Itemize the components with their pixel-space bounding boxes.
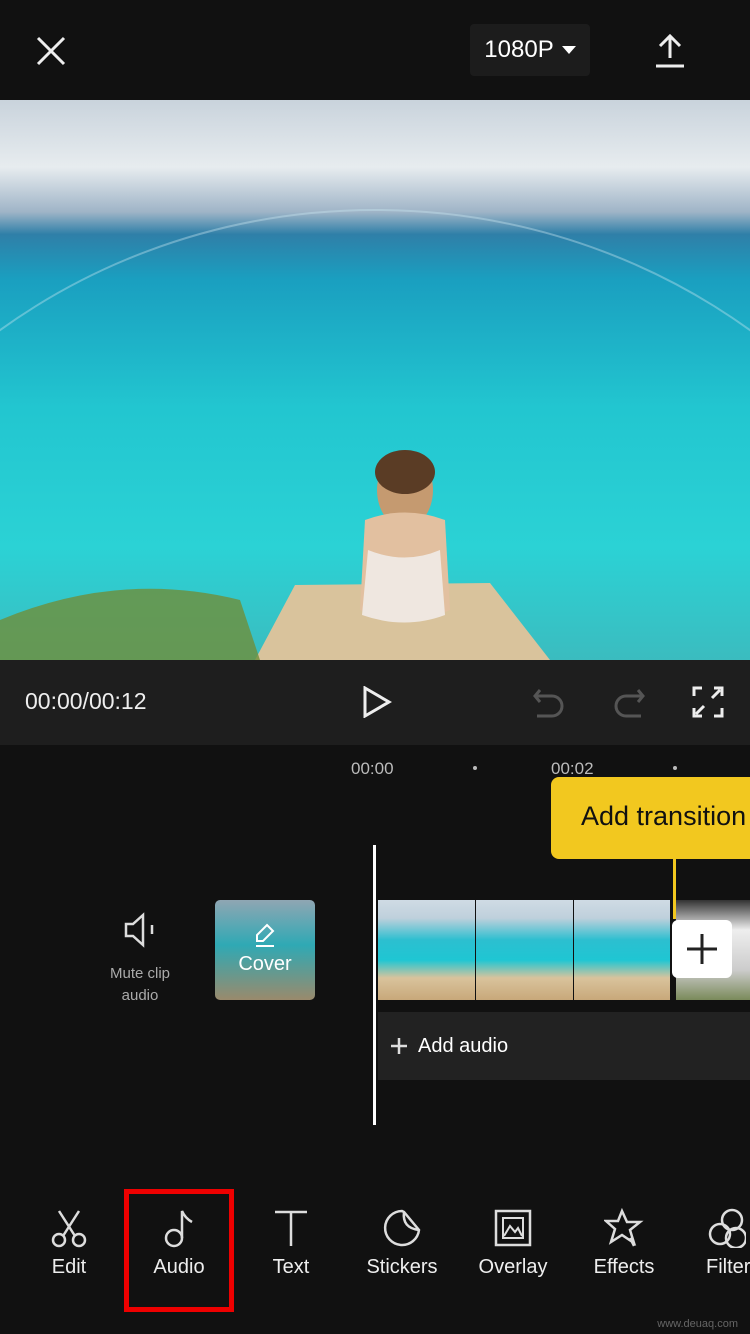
speaker-icon: [124, 912, 154, 948]
text-icon: [275, 1210, 307, 1246]
add-audio-button[interactable]: Add audio: [378, 1012, 750, 1080]
fullscreen-icon[interactable]: [692, 686, 724, 718]
playback-time: 00:00/00:12: [25, 688, 147, 714]
cover-button[interactable]: Cover: [215, 900, 315, 1000]
add-transition-tooltip[interactable]: Add transition: [551, 777, 750, 859]
ruler-label: 00:02: [551, 759, 594, 778]
tool-label: Text: [272, 1256, 310, 1278]
mute-label: audio: [121, 987, 159, 1004]
tool-overlay[interactable]: Overlay: [463, 1208, 563, 1279]
tool-text[interactable]: Text: [241, 1208, 341, 1279]
plus-icon: [391, 1038, 407, 1054]
tool-effects[interactable]: Effects: [574, 1208, 674, 1279]
add-audio-label: Add audio: [418, 1034, 509, 1057]
sticker-icon: [383, 1209, 421, 1247]
filter-icon: [708, 1208, 746, 1248]
close-icon[interactable]: [36, 36, 66, 66]
upload-icon[interactable]: [655, 32, 685, 68]
tool-label: Effects: [593, 1256, 655, 1278]
playhead[interactable]: [373, 845, 376, 1125]
ruler-tick: [673, 766, 677, 770]
video-frame: [0, 209, 750, 660]
video-clip-frame[interactable]: [476, 900, 573, 1000]
overlay-icon: [494, 1209, 532, 1247]
video-clip-frame[interactable]: [378, 900, 475, 1000]
ruler-tick: [473, 766, 477, 770]
mute-label: Mute clip: [109, 965, 171, 982]
ruler-label: 00:00: [351, 759, 394, 778]
tool-stickers[interactable]: Stickers: [352, 1208, 452, 1279]
cover-label: Cover: [238, 953, 292, 975]
video-preview[interactable]: [0, 100, 750, 660]
undo-icon[interactable]: [532, 686, 566, 718]
redo-icon[interactable]: [612, 686, 646, 718]
resolution-label: 1080P: [484, 36, 554, 63]
tool-label: Filters: [706, 1256, 750, 1278]
resolution-dropdown[interactable]: 1080P: [470, 24, 590, 76]
add-clip-button[interactable]: [672, 920, 732, 978]
caret-down-icon: [561, 46, 576, 54]
video-clip-frame[interactable]: [574, 900, 670, 1000]
watermark: www.deuaq.com: [657, 1318, 738, 1330]
play-icon[interactable]: [362, 686, 392, 718]
tool-label: Stickers: [366, 1256, 438, 1278]
edit-pencil-icon: [256, 923, 275, 947]
mute-clip-audio-button[interactable]: Mute clip audio: [80, 912, 200, 1007]
top-bar: [0, 0, 750, 100]
tool-label: Edit: [51, 1256, 87, 1278]
tool-edit[interactable]: Edit: [19, 1208, 119, 1279]
scissors-icon: [51, 1210, 87, 1248]
plus-icon: [687, 934, 717, 964]
star-icon: [604, 1208, 644, 1247]
tool-filters[interactable]: Filters: [690, 1208, 750, 1279]
tool-label: Overlay: [478, 1256, 548, 1278]
audio-highlight-box: [124, 1189, 234, 1312]
